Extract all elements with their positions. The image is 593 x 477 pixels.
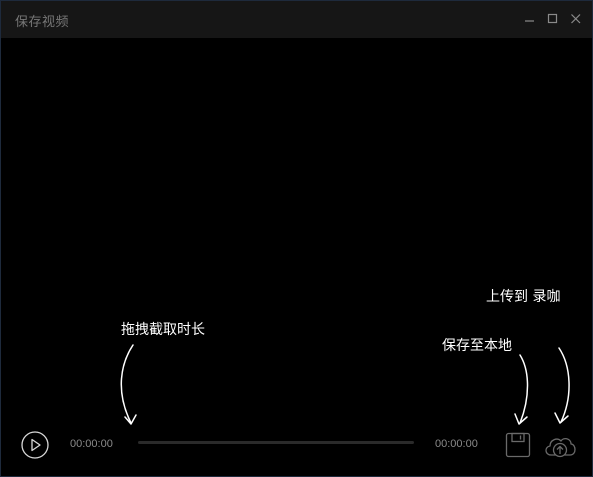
save-hint-label: 保存至本地 (442, 338, 512, 354)
drag-hint-arrow (120, 344, 137, 425)
floppy-disk-icon (505, 432, 531, 458)
video-preview-area (1, 38, 592, 476)
close-button[interactable] (567, 10, 585, 28)
maximize-icon (547, 13, 558, 24)
save-hint-arrow (514, 354, 529, 425)
end-time: 00:00:00 (435, 438, 478, 450)
window-title: 保存视频 (15, 15, 70, 30)
minimize-button[interactable] (521, 10, 539, 28)
play-icon (21, 431, 49, 459)
save-video-window: 保存视频 拖拽截取时长 保存至本地 上传到 录咖 00:00:00 00:00:… (0, 0, 593, 477)
drag-hint-label: 拖拽截取时长 (121, 322, 205, 338)
minimize-icon (525, 20, 534, 22)
cloud-upload-icon (545, 437, 576, 458)
trim-progress-bar[interactable] (138, 441, 414, 444)
play-button[interactable] (21, 431, 49, 459)
save-local-button[interactable] (505, 432, 531, 458)
upload-hint-arrow (554, 347, 570, 424)
upload-cloud-button[interactable] (542, 431, 578, 461)
upload-hint-label: 上传到 录咖 (486, 289, 561, 305)
title-bar[interactable]: 保存视频 (1, 1, 592, 38)
maximize-button[interactable] (544, 10, 562, 28)
current-time: 00:00:00 (70, 438, 113, 450)
close-icon (571, 14, 581, 24)
